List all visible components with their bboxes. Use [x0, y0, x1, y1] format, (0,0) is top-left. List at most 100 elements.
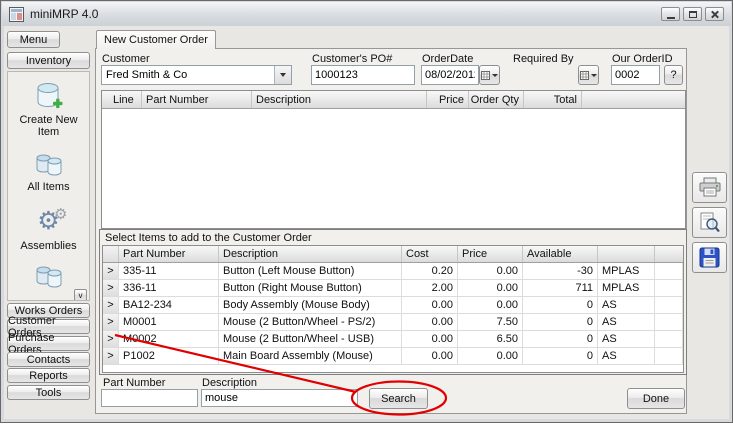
- column-header-part-number[interactable]: Part Number: [142, 91, 252, 108]
- order-date-label: OrderDate: [422, 53, 473, 65]
- order-date-input[interactable]: [421, 65, 479, 85]
- help-button[interactable]: ?: [664, 65, 683, 85]
- cell-description: Mouse (2 Button/Wheel - PS/2): [219, 314, 402, 330]
- cell-cost: 0.00: [402, 348, 458, 364]
- cell-filler: [655, 280, 683, 296]
- customer-po-label: Customer's PO#: [312, 53, 392, 65]
- sidebar-item-partial[interactable]: [8, 252, 89, 290]
- column-header-line[interactable]: Line: [102, 91, 142, 108]
- row-add-button[interactable]: >: [103, 314, 119, 330]
- cell-available: -30: [523, 263, 598, 279]
- cell-available: 0: [523, 348, 598, 364]
- print-button[interactable]: [692, 172, 727, 203]
- calendar-icon: [481, 71, 490, 80]
- order-date-dropdown-button[interactable]: [479, 65, 500, 85]
- items-stack-icon: [34, 264, 64, 290]
- menu-button[interactable]: Menu: [7, 31, 60, 48]
- cell-description: Mouse (2 Button/Wheel - USB): [219, 331, 402, 347]
- search-button[interactable]: Search: [369, 388, 428, 409]
- all-items-icon: [34, 152, 64, 178]
- cell-type: MPLAS: [598, 280, 655, 296]
- column-header-available[interactable]: Available: [523, 246, 598, 262]
- cell-type: AS: [598, 314, 655, 330]
- maximize-button[interactable]: [683, 7, 702, 21]
- chevron-down-icon: [492, 74, 498, 77]
- cell-filler: [655, 314, 683, 330]
- close-icon: [710, 10, 719, 19]
- select-grid-header: Part Number Description Cost Price Avail…: [103, 246, 683, 263]
- cell-part-number: M0001: [119, 314, 219, 330]
- customer-po-input[interactable]: [311, 65, 415, 85]
- cell-cost: 0.20: [402, 263, 458, 279]
- column-header-order-qty[interactable]: Order Qty: [469, 91, 524, 108]
- select-item-row[interactable]: > BA12-234 Body Assembly (Mouse Body) 0.…: [103, 297, 683, 314]
- combo-dropdown-button[interactable]: [274, 66, 291, 84]
- select-item-row[interactable]: > P1002 Main Board Assembly (Mouse) 0.00…: [103, 348, 683, 365]
- row-add-button[interactable]: >: [103, 331, 119, 347]
- row-add-button[interactable]: >: [103, 280, 119, 296]
- cell-price: 0.00: [458, 297, 523, 313]
- cell-description: Button (Left Mouse Button): [219, 263, 402, 279]
- column-header-price[interactable]: Price: [458, 246, 523, 262]
- sidebar-item-all-items[interactable]: All Items: [8, 138, 89, 193]
- row-add-button[interactable]: >: [103, 348, 119, 364]
- gear-icon: ⚙: [54, 205, 67, 223]
- create-new-item-icon: [35, 81, 63, 111]
- customer-value: Fred Smith & Co: [102, 69, 274, 81]
- close-button[interactable]: [705, 7, 724, 21]
- customer-label: Customer: [102, 53, 150, 65]
- minimize-button[interactable]: [661, 7, 680, 21]
- column-header-price[interactable]: Price: [427, 91, 469, 108]
- maximize-icon: [689, 11, 697, 18]
- print-preview-button[interactable]: [692, 207, 727, 238]
- our-order-id-label: Our OrderID: [612, 53, 673, 65]
- column-header-description[interactable]: Description: [252, 91, 427, 108]
- sidebar-item-tools[interactable]: Tools: [7, 385, 90, 400]
- required-by-dropdown-button[interactable]: [578, 65, 599, 85]
- sidebar-item-reports[interactable]: Reports: [7, 368, 90, 383]
- cell-type: AS: [598, 297, 655, 313]
- part-number-input[interactable]: [101, 389, 198, 407]
- customer-combobox[interactable]: Fred Smith & Co: [101, 65, 292, 85]
- sidebar-item-create-new-item[interactable]: Create New Item: [8, 72, 89, 138]
- sidebar-item-label: Create New Item: [8, 114, 89, 138]
- cell-part-number: BA12-234: [119, 297, 219, 313]
- column-header-description[interactable]: Description: [219, 246, 402, 262]
- description-input[interactable]: [201, 389, 358, 407]
- cell-part-number: P1002: [119, 348, 219, 364]
- column-header-part-number[interactable]: Part Number: [119, 246, 219, 262]
- cell-cost: 2.00: [402, 280, 458, 296]
- description-label: Description: [202, 377, 257, 389]
- column-header-cost[interactable]: Cost: [402, 246, 458, 262]
- row-add-button[interactable]: >: [103, 263, 119, 279]
- select-item-row[interactable]: > M0002 Mouse (2 Button/Wheel - USB) 0.0…: [103, 331, 683, 348]
- column-header-type: [598, 246, 655, 262]
- column-header-total[interactable]: Total: [524, 91, 582, 108]
- row-add-button[interactable]: >: [103, 297, 119, 313]
- inventory-button[interactable]: Inventory: [7, 52, 90, 69]
- select-items-grid: Part Number Description Cost Price Avail…: [102, 245, 684, 373]
- cell-type: MPLAS: [598, 263, 655, 279]
- column-header-filler: [655, 246, 683, 262]
- tab-new-customer-order[interactable]: New Customer Order: [96, 30, 216, 49]
- title-bar[interactable]: miniMRP 4.0: [2, 2, 731, 26]
- cell-price: 0.00: [458, 263, 523, 279]
- cell-cost: 0.00: [402, 314, 458, 330]
- cell-filler: [655, 348, 683, 364]
- save-button[interactable]: [692, 242, 727, 273]
- calendar-icon: [580, 71, 589, 80]
- cell-description: Body Assembly (Mouse Body): [219, 297, 402, 313]
- our-order-id-input[interactable]: [611, 65, 660, 85]
- sidebar-item-contacts[interactable]: Contacts: [7, 352, 90, 367]
- sidebar-item-purchase-orders[interactable]: Purchase Orders: [7, 336, 90, 351]
- select-item-row[interactable]: > M0001 Mouse (2 Button/Wheel - PS/2) 0.…: [103, 314, 683, 331]
- sidebar-item-assemblies[interactable]: ⚙ ⚙ Assemblies: [8, 193, 89, 252]
- column-header-selector: [103, 246, 119, 262]
- select-item-row[interactable]: > 335-11 Button (Left Mouse Button) 0.20…: [103, 263, 683, 280]
- part-number-label: Part Number: [103, 377, 165, 389]
- chevron-down-icon: [591, 74, 597, 77]
- select-item-row[interactable]: > 336-11 Button (Right Mouse Button) 2.0…: [103, 280, 683, 297]
- select-items-section: Select Items to add to the Customer Orde…: [99, 229, 687, 375]
- done-button[interactable]: Done: [627, 388, 685, 409]
- scroll-down-button[interactable]: v: [74, 289, 87, 301]
